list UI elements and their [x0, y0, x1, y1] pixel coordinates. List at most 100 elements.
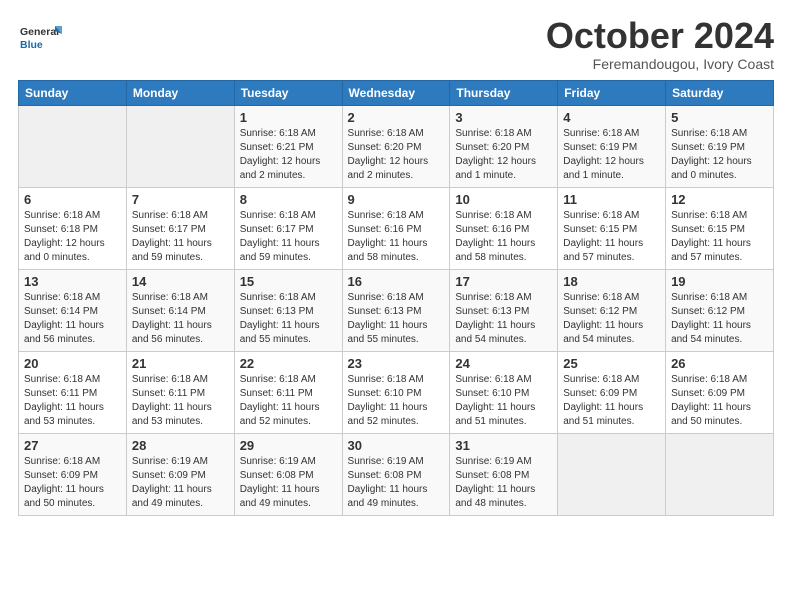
- day-info: Sunrise: 6:18 AMSunset: 6:09 PMDaylight:…: [24, 455, 121, 511]
- calendar-cell-3-6: 26 Sunrise: 6:18 AMSunset: 6:09 PMDayligh…: [666, 351, 774, 433]
- calendar-row-3: 20 Sunrise: 6:18 AMSunset: 6:11 PMDayligh…: [19, 351, 774, 433]
- day-number: 1: [240, 110, 337, 125]
- day-info: Sunrise: 6:19 AMSunset: 6:09 PMDaylight:…: [132, 455, 229, 511]
- day-info: Sunrise: 6:19 AMSunset: 6:08 PMDaylight:…: [240, 455, 337, 511]
- day-info: Sunrise: 6:18 AMSunset: 6:09 PMDaylight:…: [671, 373, 768, 429]
- day-info: Sunrise: 6:18 AMSunset: 6:12 PMDaylight:…: [671, 291, 768, 347]
- col-wednesday: Wednesday: [342, 80, 450, 105]
- day-info: Sunrise: 6:18 AMSunset: 6:11 PMDaylight:…: [24, 373, 121, 429]
- calendar-cell-3-2: 22 Sunrise: 6:18 AMSunset: 6:11 PMDayligh…: [234, 351, 342, 433]
- calendar-cell-4-3: 30Sunrise: 6:19 AMSunset: 6:08 PMDayligh…: [342, 433, 450, 515]
- day-info: Sunrise: 6:18 AMSunset: 6:15 PMDaylight:…: [563, 209, 660, 265]
- calendar-cell-0-0: [19, 105, 127, 187]
- calendar-cell-3-3: 23 Sunrise: 6:18 AMSunset: 6:10 PMDayligh…: [342, 351, 450, 433]
- calendar-cell-0-2: 1 Sunrise: 6:18 AMSunset: 6:21 PMDaylight…: [234, 105, 342, 187]
- day-info: Sunrise: 6:18 AMSunset: 6:19 PMDaylight:…: [671, 127, 768, 183]
- calendar-cell-0-1: [126, 105, 234, 187]
- day-number: 19: [671, 274, 768, 289]
- calendar-row-0: 1 Sunrise: 6:18 AMSunset: 6:21 PMDaylight…: [19, 105, 774, 187]
- calendar-header-row: Sunday Monday Tuesday Wednesday Thursday…: [19, 80, 774, 105]
- day-number: 10: [455, 192, 552, 207]
- day-info: Sunrise: 6:18 AMSunset: 6:11 PMDaylight:…: [132, 373, 229, 429]
- month-title: October 2024: [546, 16, 774, 56]
- day-number: 7: [132, 192, 229, 207]
- day-info: Sunrise: 6:18 AMSunset: 6:20 PMDaylight:…: [348, 127, 445, 183]
- calendar-cell-4-5: [558, 433, 666, 515]
- calendar-cell-2-4: 17Sunrise: 6:18 AMSunset: 6:13 PMDayligh…: [450, 269, 558, 351]
- day-number: 18: [563, 274, 660, 289]
- day-info: Sunrise: 6:18 AMSunset: 6:13 PMDaylight:…: [455, 291, 552, 347]
- day-info: Sunrise: 6:18 AMSunset: 6:13 PMDaylight:…: [348, 291, 445, 347]
- calendar-cell-0-3: 2Sunrise: 6:18 AMSunset: 6:20 PMDaylight…: [342, 105, 450, 187]
- svg-text:Blue: Blue: [20, 39, 43, 51]
- calendar-row-2: 13Sunrise: 6:18 AMSunset: 6:14 PMDayligh…: [19, 269, 774, 351]
- col-sunday: Sunday: [19, 80, 127, 105]
- calendar-cell-3-5: 25 Sunrise: 6:18 AMSunset: 6:09 PMDayligh…: [558, 351, 666, 433]
- header: General Blue October 2024 Feremandougou,…: [18, 16, 774, 72]
- calendar-cell-1-5: 11 Sunrise: 6:18 AMSunset: 6:15 PMDayligh…: [558, 187, 666, 269]
- calendar-cell-1-0: 6 Sunrise: 6:18 AMSunset: 6:18 PMDaylight…: [19, 187, 127, 269]
- day-info: Sunrise: 6:18 AMSunset: 6:20 PMDaylight:…: [455, 127, 552, 183]
- day-number: 15: [240, 274, 337, 289]
- day-info: Sunrise: 6:18 AMSunset: 6:18 PMDaylight:…: [24, 209, 121, 265]
- day-number: 20: [24, 356, 121, 371]
- day-number: 14: [132, 274, 229, 289]
- title-section: October 2024 Feremandougou, Ivory Coast: [546, 16, 774, 72]
- calendar-cell-1-2: 8Sunrise: 6:18 AMSunset: 6:17 PMDaylight…: [234, 187, 342, 269]
- calendar-cell-4-0: 27Sunrise: 6:18 AMSunset: 6:09 PMDayligh…: [19, 433, 127, 515]
- day-number: 11: [563, 192, 660, 207]
- day-number: 16: [348, 274, 445, 289]
- calendar-cell-3-1: 21 Sunrise: 6:18 AMSunset: 6:11 PMDayligh…: [126, 351, 234, 433]
- calendar-cell-1-1: 7 Sunrise: 6:18 AMSunset: 6:17 PMDaylight…: [126, 187, 234, 269]
- day-info: Sunrise: 6:18 AMSunset: 6:17 PMDaylight:…: [132, 209, 229, 265]
- calendar-cell-2-3: 16 Sunrise: 6:18 AMSunset: 6:13 PMDayligh…: [342, 269, 450, 351]
- calendar: Sunday Monday Tuesday Wednesday Thursday…: [18, 80, 774, 516]
- day-info: Sunrise: 6:18 AMSunset: 6:15 PMDaylight:…: [671, 209, 768, 265]
- day-info: Sunrise: 6:18 AMSunset: 6:12 PMDaylight:…: [563, 291, 660, 347]
- day-info: Sunrise: 6:19 AMSunset: 6:08 PMDaylight:…: [455, 455, 552, 511]
- day-number: 8: [240, 192, 337, 207]
- calendar-cell-3-0: 20 Sunrise: 6:18 AMSunset: 6:11 PMDayligh…: [19, 351, 127, 433]
- page: General Blue October 2024 Feremandougou,…: [0, 0, 792, 612]
- calendar-cell-1-6: 12Sunrise: 6:18 AMSunset: 6:15 PMDayligh…: [666, 187, 774, 269]
- day-info: Sunrise: 6:18 AMSunset: 6:10 PMDaylight:…: [348, 373, 445, 429]
- day-number: 3: [455, 110, 552, 125]
- day-number: 29: [240, 438, 337, 453]
- svg-text:General: General: [20, 26, 59, 38]
- day-number: 5: [671, 110, 768, 125]
- day-info: Sunrise: 6:18 AMSunset: 6:09 PMDaylight:…: [563, 373, 660, 429]
- day-number: 4: [563, 110, 660, 125]
- day-number: 22: [240, 356, 337, 371]
- col-thursday: Thursday: [450, 80, 558, 105]
- logo-svg: General Blue: [18, 20, 62, 56]
- day-info: Sunrise: 6:18 AMSunset: 6:11 PMDaylight:…: [240, 373, 337, 429]
- day-number: 28: [132, 438, 229, 453]
- day-number: 6: [24, 192, 121, 207]
- calendar-cell-2-1: 14Sunrise: 6:18 AMSunset: 6:14 PMDayligh…: [126, 269, 234, 351]
- calendar-cell-0-4: 3 Sunrise: 6:18 AMSunset: 6:20 PMDaylight…: [450, 105, 558, 187]
- day-number: 23: [348, 356, 445, 371]
- calendar-cell-4-2: 29 Sunrise: 6:19 AMSunset: 6:08 PMDayligh…: [234, 433, 342, 515]
- calendar-cell-2-2: 15 Sunrise: 6:18 AMSunset: 6:13 PMDayligh…: [234, 269, 342, 351]
- day-number: 9: [348, 192, 445, 207]
- day-number: 25: [563, 356, 660, 371]
- calendar-cell-0-5: 4Sunrise: 6:18 AMSunset: 6:19 PMDaylight…: [558, 105, 666, 187]
- day-info: Sunrise: 6:18 AMSunset: 6:14 PMDaylight:…: [24, 291, 121, 347]
- calendar-cell-1-3: 9Sunrise: 6:18 AMSunset: 6:16 PMDaylight…: [342, 187, 450, 269]
- logo: General Blue: [18, 20, 62, 56]
- calendar-cell-4-1: 28 Sunrise: 6:19 AMSunset: 6:09 PMDayligh…: [126, 433, 234, 515]
- calendar-cell-2-5: 18 Sunrise: 6:18 AMSunset: 6:12 PMDayligh…: [558, 269, 666, 351]
- calendar-cell-0-6: 5 Sunrise: 6:18 AMSunset: 6:19 PMDaylight…: [666, 105, 774, 187]
- col-friday: Friday: [558, 80, 666, 105]
- col-tuesday: Tuesday: [234, 80, 342, 105]
- day-number: 24: [455, 356, 552, 371]
- calendar-row-4: 27Sunrise: 6:18 AMSunset: 6:09 PMDayligh…: [19, 433, 774, 515]
- day-number: 31: [455, 438, 552, 453]
- day-number: 26: [671, 356, 768, 371]
- calendar-cell-2-6: 19 Sunrise: 6:18 AMSunset: 6:12 PMDayligh…: [666, 269, 774, 351]
- day-number: 21: [132, 356, 229, 371]
- col-saturday: Saturday: [666, 80, 774, 105]
- day-info: Sunrise: 6:18 AMSunset: 6:21 PMDaylight:…: [240, 127, 337, 183]
- day-info: Sunrise: 6:19 AMSunset: 6:08 PMDaylight:…: [348, 455, 445, 511]
- day-info: Sunrise: 6:18 AMSunset: 6:13 PMDaylight:…: [240, 291, 337, 347]
